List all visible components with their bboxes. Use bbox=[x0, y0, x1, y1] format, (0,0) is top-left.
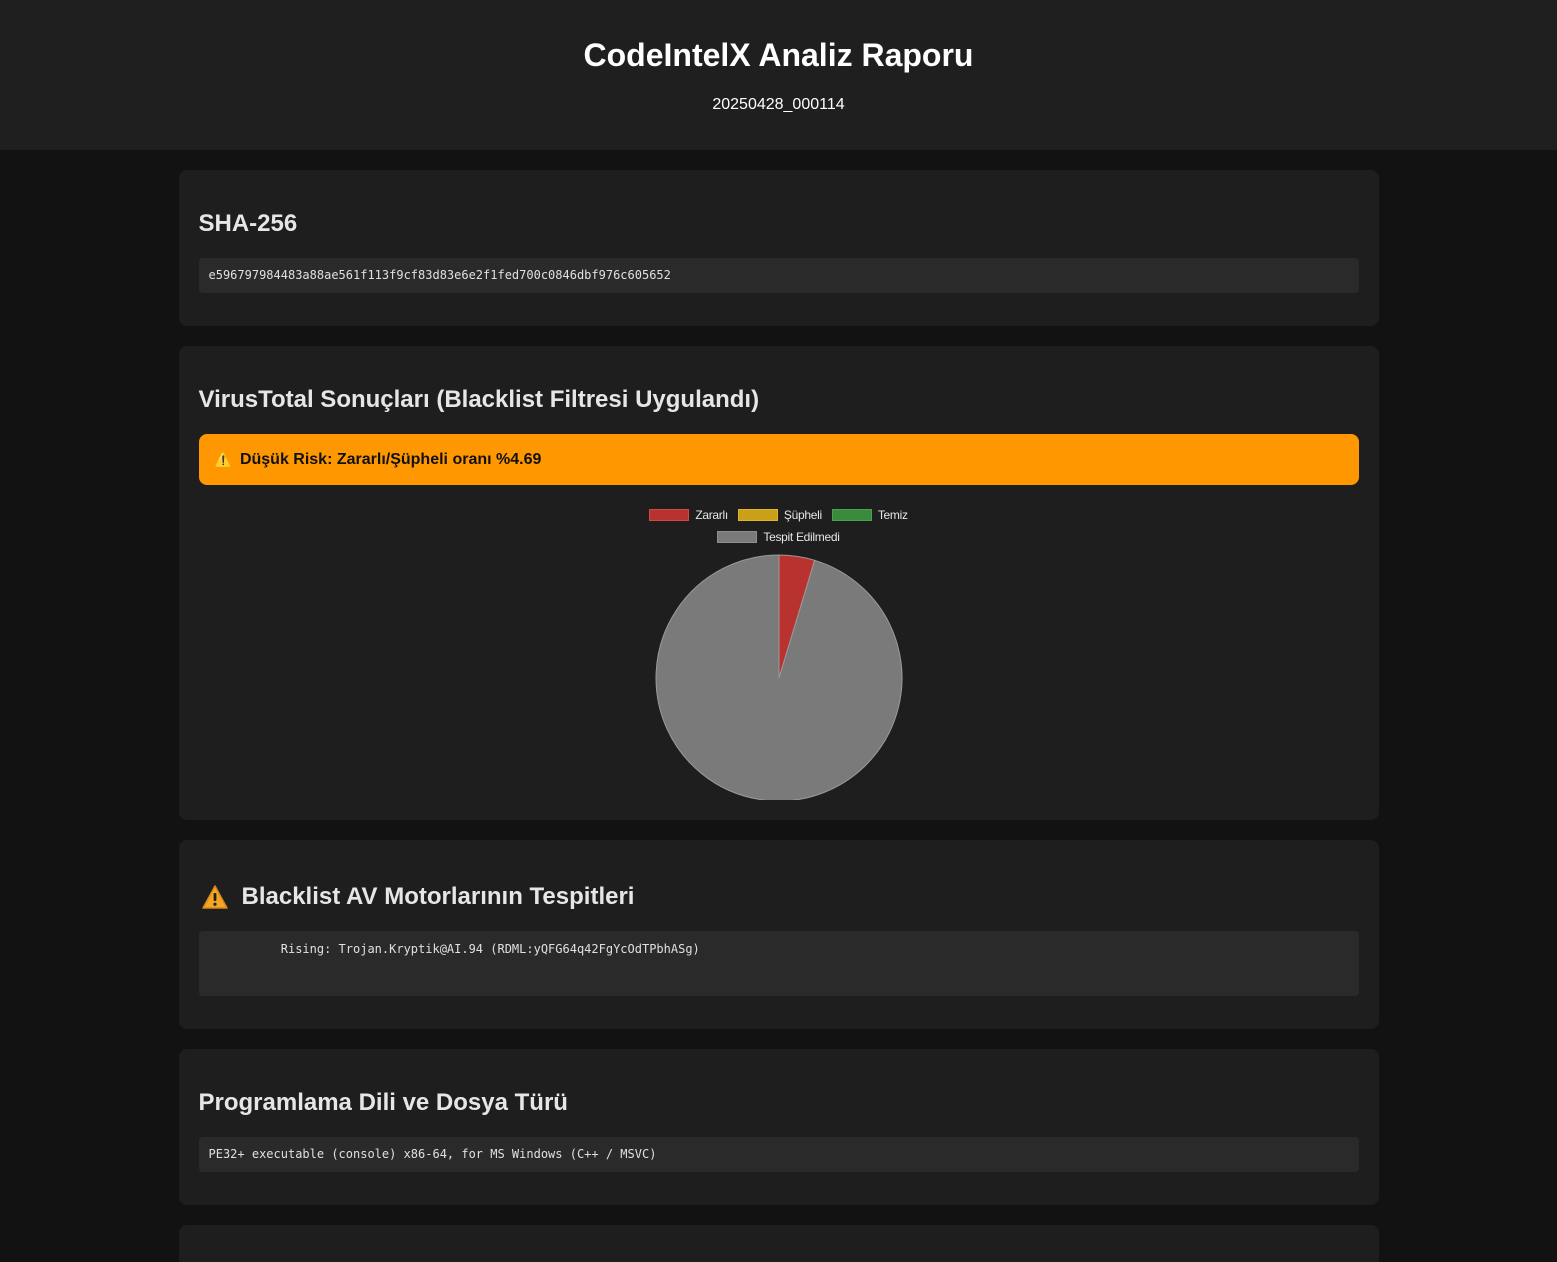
chart-legend-row-1: Zararlı Şüpheli Temiz bbox=[199, 504, 1359, 526]
blacklist-heading-text: Blacklist AV Motorlarının Tespitleri bbox=[241, 883, 635, 910]
risk-alert: ⚠️ Düşük Risk: Zararlı/Şüpheli oranı %4.… bbox=[198, 434, 1359, 485]
warning-icon: ⚠️ bbox=[214, 451, 232, 467]
filetype-heading: Programlama Dili ve Dosya Türü bbox=[198, 1089, 568, 1116]
filetype-value[interactable]: PE32+ executable (console) x86-64, for M… bbox=[198, 1137, 1359, 1172]
blacklist-detections[interactable]: Rising: Trojan.Kryptik@AI.94 (RDML:yQFG6… bbox=[198, 931, 1359, 996]
chart-legend-row-2: Tespit Edilmedi bbox=[199, 526, 1359, 548]
sha-card: SHA-256 e596797984483a88ae561f113f9cf83d… bbox=[178, 170, 1379, 326]
legend-item-supheli[interactable]: Şüpheli bbox=[737, 508, 822, 522]
pie-chart-canvas bbox=[655, 554, 902, 800]
report-header: CodeIntelX Analiz Raporu 20250428_000114 bbox=[0, 0, 1557, 150]
blacklist-card: Blacklist AV Motorlarının Tespitleri Ris… bbox=[178, 840, 1379, 1029]
blacklist-heading: Blacklist AV Motorlarının Tespitleri bbox=[199, 880, 1359, 914]
legend-swatch-zararli bbox=[649, 509, 690, 521]
legend-label-zararli: Zararlı bbox=[695, 508, 728, 522]
legend-swatch-temiz bbox=[831, 509, 872, 521]
page-title: CodeIntelX Analiz Raporu bbox=[583, 37, 974, 73]
report-timestamp: 20250428_000114 bbox=[712, 96, 845, 113]
legend-label-temiz: Temiz bbox=[877, 508, 908, 522]
warning-icon bbox=[201, 885, 228, 909]
pie-slice-tespit-edilmedi[interactable] bbox=[655, 554, 902, 800]
legend-item-temiz[interactable]: Temiz bbox=[831, 508, 908, 522]
sha-heading: SHA-256 bbox=[198, 210, 298, 237]
pie-chart: Zararlı Şüpheli Temiz Tespit Edilmedi bbox=[199, 504, 1359, 800]
legend-swatch-supheli bbox=[737, 509, 778, 521]
legend-label-tespit-edilmedi: Tespit Edilmedi bbox=[763, 530, 840, 544]
legend-label-supheli: Şüpheli bbox=[783, 508, 822, 522]
risk-alert-text: Düşük Risk: Zararlı/Şüpheli oranı %4.69 bbox=[239, 450, 542, 468]
next-card bbox=[178, 1225, 1379, 1262]
virustotal-heading: VirusTotal Sonuçları (Blacklist Filtresi… bbox=[198, 386, 760, 413]
filetype-card: Programlama Dili ve Dosya Türü PE32+ exe… bbox=[178, 1049, 1379, 1205]
virustotal-card: VirusTotal Sonuçları (Blacklist Filtresi… bbox=[178, 346, 1379, 820]
sha-value[interactable]: e596797984483a88ae561f113f9cf83d83e6e2f1… bbox=[198, 258, 1359, 293]
legend-item-tespit-edilmedi[interactable]: Tespit Edilmedi bbox=[717, 530, 840, 544]
report-content: SHA-256 e596797984483a88ae561f113f9cf83d… bbox=[178, 170, 1379, 1262]
legend-swatch-tespit-edilmedi bbox=[717, 531, 758, 543]
legend-item-zararli[interactable]: Zararlı bbox=[649, 508, 728, 522]
